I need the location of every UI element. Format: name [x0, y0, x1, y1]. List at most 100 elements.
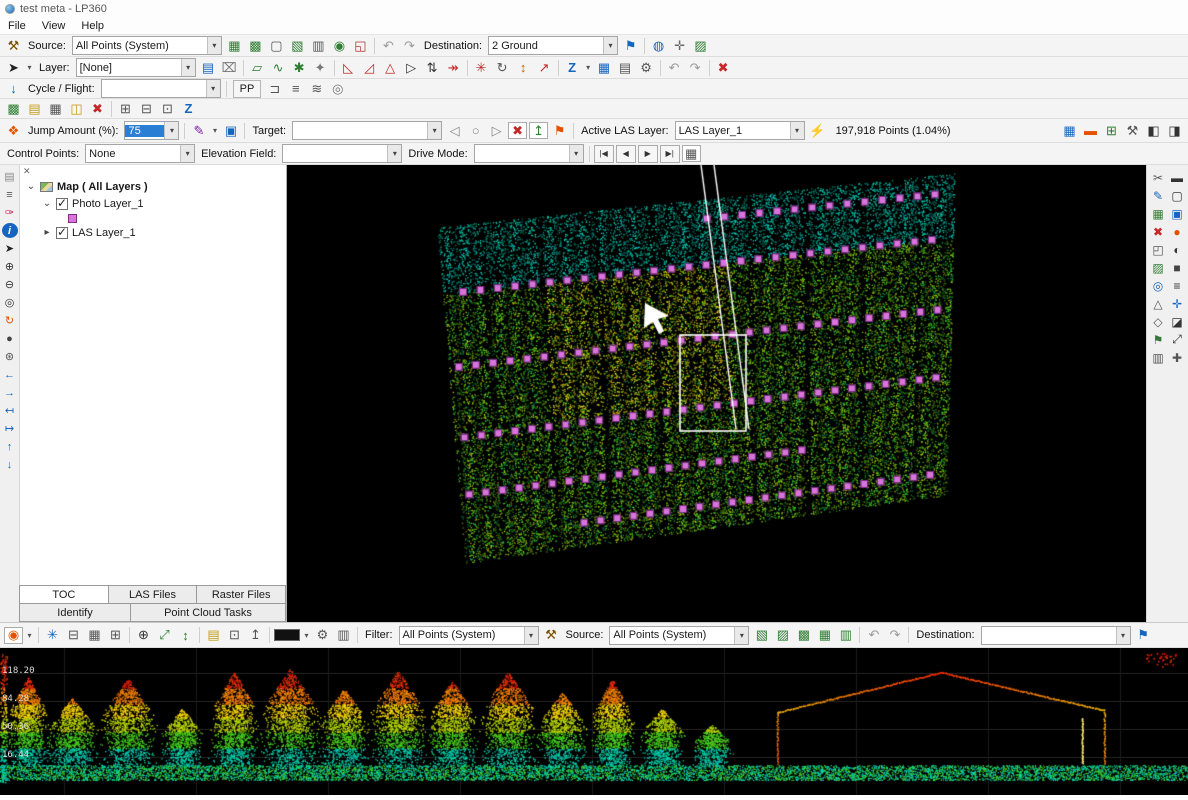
digitize-point-icon[interactable]: ✱ [290, 59, 309, 77]
last-record-button[interactable]: ▶| [660, 145, 680, 163]
menu-file[interactable]: File [0, 19, 34, 33]
control-points-combo[interactable]: None▾ [85, 144, 195, 163]
join-feature-icon[interactable]: ▷ [402, 59, 421, 77]
feature-edit-dropdown-icon[interactable]: ▾ [25, 59, 34, 77]
pan-left-icon[interactable]: ← [2, 367, 18, 382]
close-panel-icon[interactable]: ✕ [23, 166, 31, 177]
profile-flag-icon[interactable]: ⚑ [1134, 626, 1153, 644]
solid-dark-icon[interactable]: ■ [1168, 259, 1186, 276]
classify-brush-5-icon[interactable]: ▥ [836, 626, 855, 644]
resize-icon[interactable]: ⤢ [1168, 331, 1186, 348]
jump-amount-combo[interactable]: 75▾ [124, 121, 179, 140]
toc-las-layer-row[interactable]: ▸ LAS Layer_1 [20, 224, 286, 241]
density-grid-icon[interactable]: ⊞ [1102, 122, 1121, 140]
identify-info-icon[interactable]: i [2, 223, 18, 238]
notes-icon[interactable]: ▤ [2, 169, 18, 184]
lasso-points-icon[interactable]: ◱ [351, 37, 370, 55]
flag-green-icon[interactable]: ⚑ [1149, 331, 1167, 348]
tile-windows-icon[interactable]: ▦ [85, 626, 104, 644]
jump-icon[interactable]: ❖ [4, 122, 23, 140]
layer-combo[interactable]: [None]▾ [76, 58, 196, 77]
plus-blue-icon[interactable]: ✛ [1168, 295, 1186, 312]
add-points-polygon-icon[interactable]: ▧ [288, 37, 307, 55]
move-all-icon[interactable]: ✚ [1168, 349, 1186, 366]
close-target-icon[interactable]: ✖ [508, 122, 527, 139]
toc-photo-layer-row[interactable]: ⌄ Photo Layer_1 [20, 195, 286, 212]
circle-blue-icon[interactable]: ◎ [1149, 277, 1167, 294]
symbology-brush-icon[interactable]: ✑ [2, 205, 18, 220]
print-view-icon[interactable]: ▥ [334, 626, 353, 644]
image-view-icon[interactable]: ▣ [1168, 205, 1186, 222]
source-classify-icon[interactable]: ⚒ [542, 626, 561, 644]
rows-icon[interactable]: ≡ [1168, 277, 1186, 294]
undo-icon[interactable]: ↶ [379, 37, 398, 55]
chevron-right-icon[interactable]: ▸ [42, 227, 52, 238]
area-select-icon[interactable]: ◰ [1149, 241, 1167, 258]
tab-identify[interactable]: Identify [19, 603, 131, 622]
grid-display-icon[interactable]: ▦ [1060, 122, 1079, 140]
snapshot-icon[interactable]: ✳ [43, 626, 62, 644]
cancel-edit-icon[interactable]: ✖ [714, 59, 733, 77]
red-x-grid-icon[interactable]: ✖ [1149, 223, 1167, 240]
vertex-insert-icon[interactable]: ◺ [339, 59, 358, 77]
las-layer-checkbox[interactable] [56, 227, 68, 239]
pan-left-edge-icon[interactable]: ↤ [2, 403, 18, 418]
attribute-table-icon[interactable]: ▤ [616, 59, 635, 77]
chevron-down-icon[interactable]: ⌄ [42, 198, 52, 209]
zoom-full-icon[interactable]: ↕ [176, 626, 195, 644]
live-view-icon[interactable]: ◉ [4, 627, 23, 644]
view-settings-icon[interactable]: ⚙ [313, 626, 332, 644]
image-overlay-icon[interactable]: ▣ [221, 122, 240, 140]
grid-view-icon[interactable]: ▦ [595, 59, 614, 77]
split-feature-icon[interactable]: △ [381, 59, 400, 77]
profile-destination-combo[interactable]: ▾ [981, 626, 1131, 645]
explode-feature-icon[interactable]: ✳ [472, 59, 491, 77]
flip-feature-icon[interactable]: ⇅ [423, 59, 442, 77]
zoom-fit-icon[interactable]: ⤢ [155, 626, 174, 644]
properties-icon[interactable]: ⚙ [637, 59, 656, 77]
photo-layer-checkbox[interactable] [56, 198, 68, 210]
hatch-points-icon[interactable]: ▨ [691, 37, 710, 55]
image-list-icon[interactable]: ▦ [46, 100, 65, 118]
cylinder-select-icon[interactable]: ◎ [328, 80, 347, 98]
classify-tool-icon[interactable]: ⚒ [4, 37, 23, 55]
adjust-z-icon[interactable]: ↕ [514, 59, 533, 77]
tri-outline-icon[interactable]: △ [1149, 295, 1167, 312]
menu-help[interactable]: Help [73, 19, 112, 33]
drive-mode-combo[interactable]: ▾ [474, 144, 584, 163]
background-color-swatch[interactable] [274, 629, 300, 641]
control-table-icon[interactable]: ▦ [682, 145, 701, 162]
marker-dropdown-icon[interactable]: ▾ [210, 122, 219, 140]
lidar-view-b-icon[interactable]: ◨ [1165, 122, 1184, 140]
remove-points-polygon-icon[interactable]: ▥ [309, 37, 328, 55]
target-combo[interactable]: ▾ [292, 121, 442, 140]
cycle-download-icon[interactable]: ↓ [4, 80, 23, 98]
corner-fill-icon[interactable]: ◪ [1168, 313, 1186, 330]
map-view-canvas[interactable] [287, 165, 1146, 622]
redo-edit-icon[interactable]: ↷ [686, 59, 705, 77]
destination-combo[interactable]: 2 Ground▾ [488, 36, 618, 55]
first-record-button[interactable]: |◀ [594, 145, 614, 163]
classify-brush-4-icon[interactable]: ▦ [815, 626, 834, 644]
digitize-line-icon[interactable]: ∿ [269, 59, 288, 77]
pp-button[interactable]: PP [233, 80, 262, 98]
classify-brush-2-icon[interactable]: ▨ [773, 626, 792, 644]
lidar-view-a-icon[interactable]: ◧ [1144, 122, 1163, 140]
layers-icon[interactable]: ▥ [1149, 349, 1167, 366]
copy-view-icon[interactable]: ⊡ [225, 626, 244, 644]
tab-las-files[interactable]: LAS Files [108, 585, 198, 604]
multi-window-icon[interactable]: ⊟ [64, 626, 83, 644]
z-coding-icon[interactable]: Z [563, 59, 582, 77]
pan-down-icon[interactable]: ↓ [2, 457, 18, 472]
green-table-icon[interactable]: ▦ [1149, 205, 1167, 222]
pan-right-edge-icon[interactable]: ↦ [2, 421, 18, 436]
add-data-icon[interactable]: ◫ [67, 100, 86, 118]
refresh-view-icon[interactable]: ↻ [2, 313, 18, 328]
classify-brush-3-icon[interactable]: ▩ [794, 626, 813, 644]
z-coding-dropdown-icon[interactable]: ▾ [584, 59, 593, 77]
select-cursor-icon[interactable]: ➤ [2, 241, 18, 256]
source-combo[interactable]: All Points (System)▾ [72, 36, 222, 55]
toc-map-root[interactable]: ⌄ Map ( All Layers ) [20, 178, 286, 195]
legend-icon[interactable]: ≡ [2, 187, 18, 202]
hatch-green-icon[interactable]: ▨ [1149, 259, 1167, 276]
